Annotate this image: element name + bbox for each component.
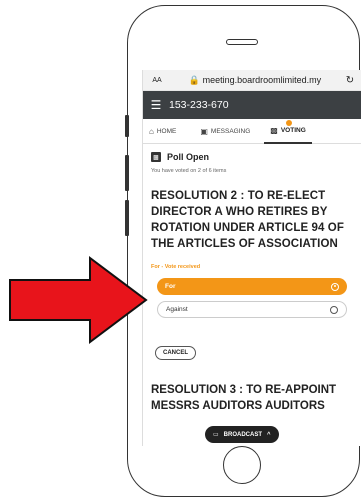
chevron-up-icon: ^: [267, 431, 271, 438]
option-label: For: [165, 283, 176, 290]
broadcast-button[interactable]: ▭ BROADCAST ^: [205, 426, 279, 443]
resolution-title: RESOLUTION 2 : TO RE-ELECT DIRECTOR A WH…: [151, 190, 344, 250]
tab-label: HOME: [156, 127, 177, 135]
lock-icon: 🔒: [188, 74, 201, 85]
tab-bar: ⌂ HOME ▣ MESSAGING ▩ VOTING: [143, 119, 361, 144]
home-icon: ⌂: [149, 126, 154, 136]
url-text: 🔒 meeting.boardroomlimited.my: [171, 75, 339, 86]
notification-badge: [285, 120, 292, 126]
option-label: Against: [166, 306, 188, 313]
tab-messaging[interactable]: ▣ MESSAGING: [194, 119, 256, 143]
broadcast-label: BROADCAST: [223, 431, 263, 438]
tab-label: MESSAGING: [210, 127, 251, 135]
meeting-id: 153-233-670: [169, 99, 229, 111]
phone-speaker: [226, 39, 258, 45]
phone-side-button: [125, 200, 129, 236]
poll-icon: ▩: [151, 152, 161, 162]
hamburger-icon[interactable]: ☰: [143, 98, 169, 112]
phone-side-button: [125, 155, 129, 191]
vote-status: For - Vote received: [151, 264, 201, 270]
cast-icon: ▭: [213, 432, 219, 438]
red-arrow-icon: [9, 256, 148, 344]
cancel-button[interactable]: CANCEL: [155, 346, 196, 360]
voted-count: You have voted on 2 of 6 items: [151, 168, 227, 174]
vote-option-for[interactable]: For: [157, 278, 347, 295]
phone-screen: AA 🔒 meeting.boardroomlimited.my ↻ ☰ 153…: [142, 70, 361, 446]
tab-home[interactable]: ⌂ HOME: [143, 119, 182, 143]
poll-header: ▩ Poll Open: [151, 152, 353, 162]
poll-title: Poll Open: [167, 152, 210, 162]
voting-content: ▩ Poll Open You have voted on 2 of 6 ite…: [143, 144, 361, 420]
reload-icon[interactable]: ↻: [339, 75, 361, 86]
radio-empty-icon[interactable]: [330, 305, 338, 314]
url-value: meeting.boardroomlimited.my: [202, 74, 322, 85]
next-resolution-title: RESOLUTION 3 : TO RE-APPOINT MESSRS AUDI…: [151, 384, 337, 412]
app-header: ☰ 153-233-670: [143, 91, 361, 119]
phone-side-button: [125, 115, 129, 137]
phone-home-button[interactable]: [223, 446, 261, 484]
tab-label: VOTING: [280, 126, 306, 134]
message-icon: ▣: [200, 126, 208, 136]
voting-icon: ▩: [270, 125, 278, 135]
browser-url-bar[interactable]: AA 🔒 meeting.boardroomlimited.my ↻: [143, 70, 361, 91]
tab-voting[interactable]: ▩ VOTING: [264, 118, 312, 144]
vote-option-against[interactable]: Against: [157, 301, 347, 318]
radio-selected-icon[interactable]: [331, 282, 339, 291]
text-size-button[interactable]: AA: [143, 77, 171, 84]
